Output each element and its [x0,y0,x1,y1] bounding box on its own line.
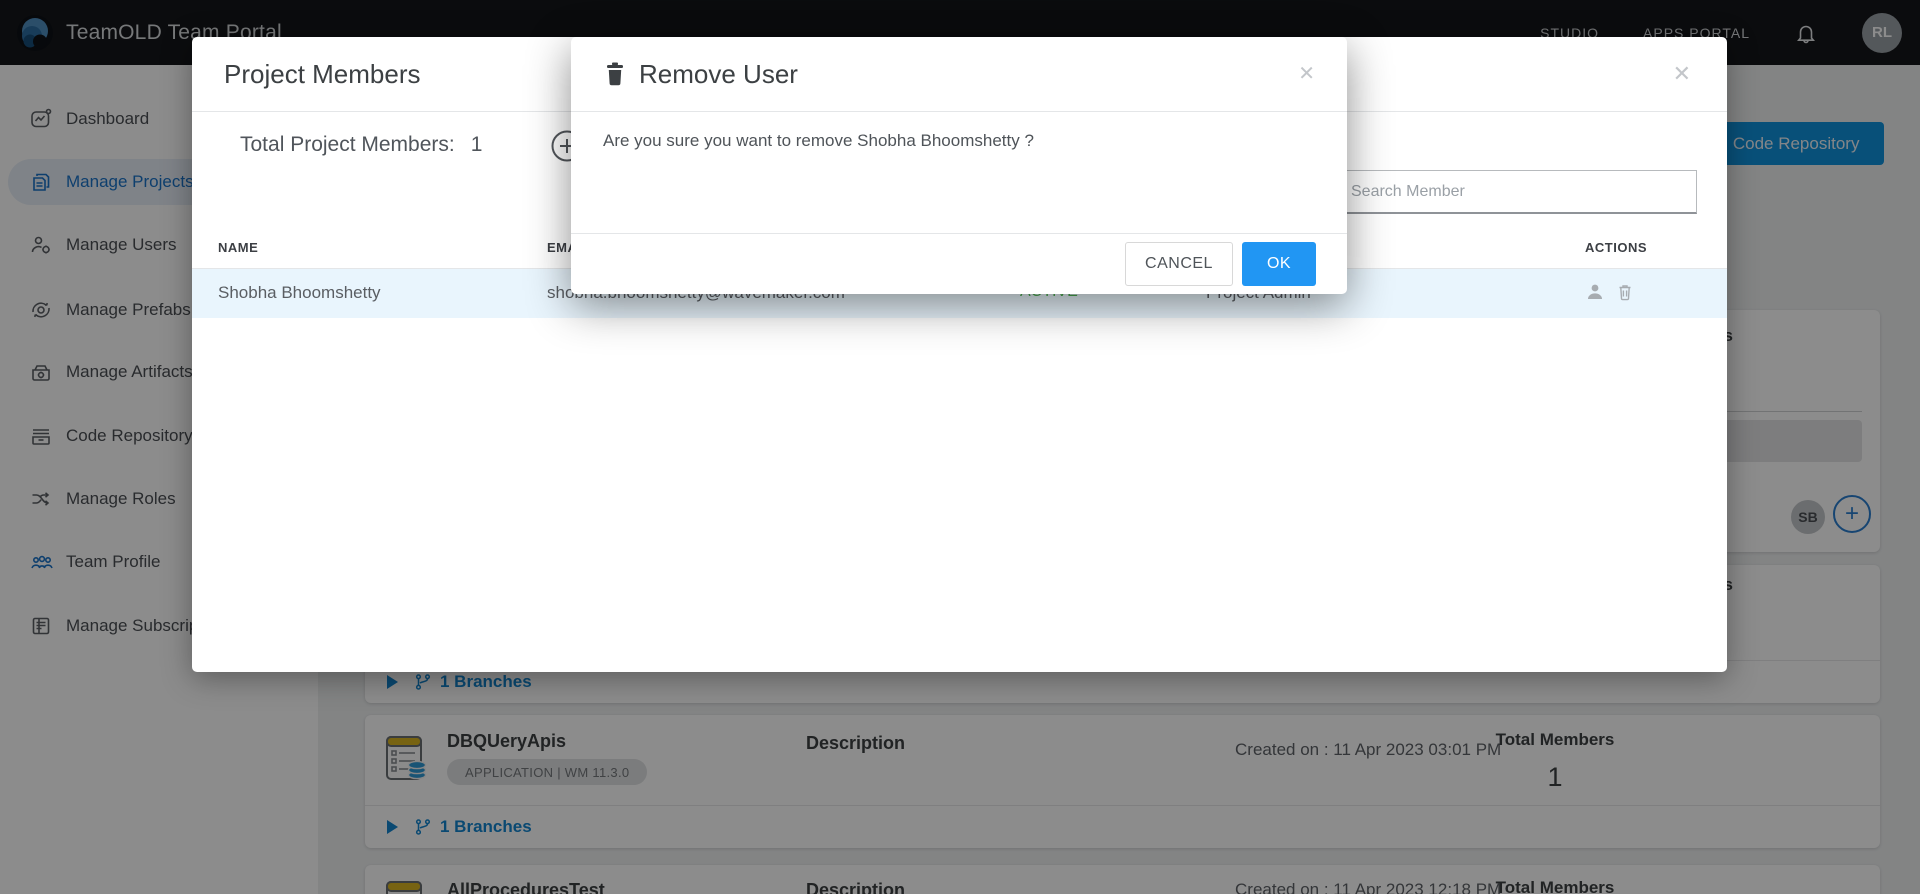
close-icon[interactable]: ✕ [1298,61,1315,86]
dialog-title: Remove User [639,59,798,90]
member-name: Shobha Bhoomshetty [218,283,381,303]
column-header-name: NAME [218,240,258,255]
modal-title: Project Members [224,59,421,90]
cancel-button[interactable]: CANCEL [1125,242,1233,286]
confirmation-message: Are you sure you want to remove Shobha B… [603,131,1034,151]
dialog-header: Remove User [571,37,1347,111]
dialog-header-divider [571,111,1347,112]
remove-user-dialog: Remove User ✕ Are you sure you want to r… [571,37,1347,294]
ok-button[interactable]: OK [1242,242,1316,286]
member-profile-icon[interactable] [1585,282,1605,302]
total-members-summary: Total Project Members: 1 [240,133,482,157]
row-actions [1585,282,1635,302]
screen: TeamOLD Team Portal STUDIO APPS PORTAL R… [0,0,1920,894]
column-header-actions: ACTIONS [1585,240,1647,255]
search-member-input[interactable] [1338,170,1697,214]
total-members-summary-value: 1 [471,133,483,157]
total-members-summary-label: Total Project Members: [240,133,455,157]
close-icon[interactable]: ✕ [1673,61,1691,87]
dialog-footer: CANCEL OK [571,233,1347,294]
remove-member-trash-icon[interactable] [1615,282,1635,302]
trash-icon [605,62,625,86]
